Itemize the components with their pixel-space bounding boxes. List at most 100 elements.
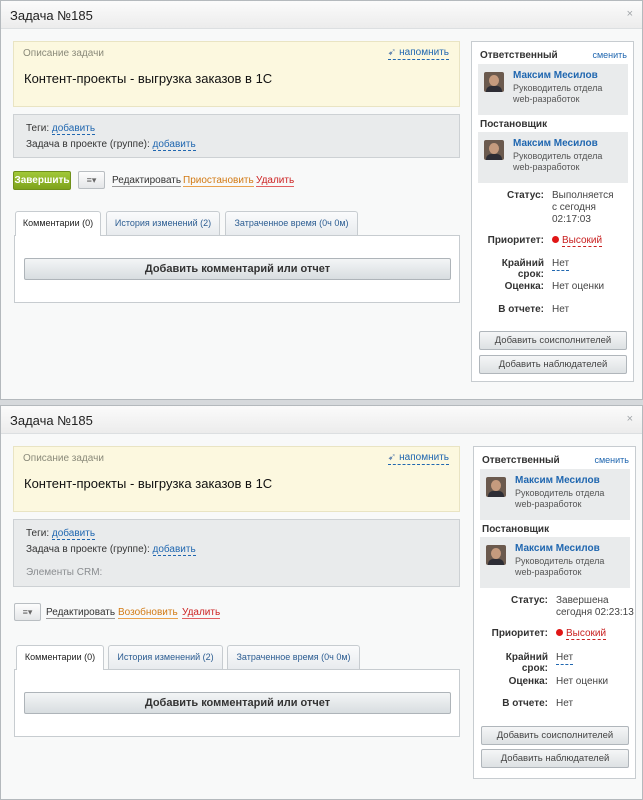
role-line: Руководитель отдела (513, 151, 603, 161)
status-label: Статус: (506, 190, 544, 201)
project-label: Задача в проекте (группе): (26, 139, 150, 150)
window-titlebar[interactable]: Задача №185 × (1, 1, 642, 29)
creator-card: Максим Месилов Руководитель отдела web-ра… (478, 132, 628, 183)
finish-button[interactable]: Завершить (13, 171, 71, 190)
pin-icon: ➹ (387, 452, 397, 463)
status-value: Выполняется с сегодня 02:17:03 (552, 190, 614, 226)
task-meta-box: Теги: добавить Задача в проекте (группе)… (13, 519, 460, 587)
priority-dot-icon (552, 236, 559, 243)
actions-menu-button[interactable]: ≡▾ (14, 603, 41, 621)
window-titlebar[interactable]: Задача №185 × (1, 406, 642, 434)
priority-value[interactable]: Высокий (556, 628, 607, 640)
add-project-link[interactable]: добавить (152, 139, 196, 151)
deadline-link[interactable]: Нет (552, 258, 570, 271)
add-observers-button[interactable]: Добавить наблюдателей (481, 749, 629, 768)
report-value: Нет (552, 304, 570, 315)
resume-link[interactable]: Возобновить (118, 607, 178, 619)
responsible-card: Максим Месилов Руководитель отдела web-ра… (478, 64, 628, 115)
tags-label: Теги: (26, 528, 50, 539)
comments-panel: Добавить комментарий или отчет (14, 235, 460, 303)
deadline-label: Крайний срок: (501, 258, 544, 280)
add-tags-link[interactable]: добавить (51, 528, 96, 540)
report-label: В отчете: (502, 698, 548, 709)
status-line: с сегодня (552, 202, 596, 213)
mark-value: Нет оценки (556, 676, 609, 687)
remind-link[interactable]: ➹ напомнить (387, 452, 449, 465)
responsible-name[interactable]: Максим Месилов (513, 70, 598, 81)
priority-label: Приоритет: (487, 235, 544, 246)
project-label: Задача в проекте (группе): (26, 544, 150, 555)
status-line: Завершена (556, 595, 609, 606)
priority-dot-icon (556, 629, 563, 636)
window-title: Задача №185 (10, 413, 93, 428)
role-line: Руководитель отдела (515, 488, 605, 498)
task-description-box: Описание задачи ➹ напомнить Контент-проек… (13, 41, 460, 107)
add-comment-button[interactable]: Добавить комментарий или отчет (24, 692, 451, 714)
delete-link[interactable]: Удалить (256, 175, 295, 187)
add-comment-button[interactable]: Добавить комментарий или отчет (24, 258, 451, 280)
creator-name[interactable]: Максим Месилов (515, 543, 600, 554)
crm-row: Элементы CRM: (26, 567, 102, 578)
task-title: Контент-проекты - выгрузка заказов в 1С (24, 476, 273, 491)
responsible-name[interactable]: Максим Месилов (515, 475, 600, 486)
project-row: Задача в проекте (группе): добавить (26, 139, 196, 151)
task-window-in-progress: Задача №185 × Описание задачи ➹ напомнить… (0, 0, 643, 400)
priority-value[interactable]: Высокий (552, 235, 603, 247)
actions-menu-button[interactable]: ≡▾ (78, 171, 105, 189)
creator-heading: Постановщик (480, 119, 548, 130)
add-accomplices-button[interactable]: Добавить соисполнителей (481, 726, 629, 745)
role-line: web-разработок (515, 567, 582, 577)
creator-name[interactable]: Максим Месилов (513, 138, 598, 149)
avatar (486, 477, 506, 497)
deadline-link[interactable]: Нет (556, 652, 574, 665)
priority-link[interactable]: Высокий (562, 235, 603, 247)
report-label: В отчете: (498, 304, 544, 315)
priority-link[interactable]: Высокий (566, 628, 607, 640)
status-line: Выполняется (552, 190, 614, 201)
crm-label: Элементы CRM: (26, 567, 103, 578)
close-icon[interactable]: × (627, 8, 633, 20)
task-window-completed: Задача №185 × Описание задачи ➹ напомнить… (0, 405, 643, 800)
project-row: Задача в проекте (группе): добавить (26, 544, 196, 556)
add-observers-button[interactable]: Добавить наблюдателей (479, 355, 627, 374)
status-line: сегодня 02:23:13 (556, 607, 634, 618)
tab-history[interactable]: История изменений (2) (108, 645, 223, 669)
task-sidebar: Ответственный сменить Максим Месилов Рук… (471, 41, 634, 382)
creator-heading: Постановщик (482, 524, 550, 535)
tags-row: Теги: добавить (26, 123, 96, 135)
description-label: Описание задачи (23, 453, 104, 464)
close-icon[interactable]: × (627, 413, 633, 425)
role-line: web-разработок (513, 94, 580, 104)
status-value: Завершена сегодня 02:23:13 (556, 595, 634, 619)
add-tags-link[interactable]: добавить (51, 123, 96, 135)
role-line: Руководитель отдела (515, 556, 605, 566)
edit-link[interactable]: Редактировать (46, 607, 116, 619)
remind-label: напомнить (399, 47, 449, 58)
tab-history[interactable]: История изменений (2) (106, 211, 220, 235)
tab-comments[interactable]: Комментарии (0) (15, 211, 101, 236)
creator-card: Максим Месилов Руководитель отдела web-ра… (480, 537, 630, 588)
add-accomplices-button[interactable]: Добавить соисполнителей (479, 331, 627, 350)
chevron-down-icon: ▾ (91, 175, 97, 185)
responsible-role: Руководитель отдела web-разработок (515, 488, 604, 510)
remind-link[interactable]: ➹ напомнить (387, 47, 449, 60)
delete-link[interactable]: Удалить (182, 607, 221, 619)
tab-comments[interactable]: Комментарии (0) (16, 645, 104, 670)
status-label: Статус: (510, 595, 548, 606)
report-value: Нет (556, 698, 574, 709)
tab-time-spent[interactable]: Затраченное время (0ч 0м) (227, 645, 360, 669)
tags-label: Теги: (26, 123, 50, 134)
creator-role: Руководитель отдела web-разработок (515, 556, 604, 578)
role-line: web-разработок (515, 499, 582, 509)
change-responsible-link[interactable]: сменить (594, 455, 629, 465)
comments-panel: Добавить комментарий или отчет (14, 669, 460, 737)
creator-role: Руководитель отдела web-разработок (513, 151, 602, 173)
edit-link[interactable]: Редактировать (112, 175, 182, 187)
tags-row: Теги: добавить (26, 528, 96, 540)
add-project-link[interactable]: добавить (152, 544, 196, 556)
mark-label: Оценка: (504, 281, 544, 292)
role-line: web-разработок (513, 162, 580, 172)
pause-link[interactable]: Приостановить (183, 175, 254, 187)
change-responsible-link[interactable]: сменить (592, 50, 627, 60)
tab-time-spent[interactable]: Затраченное время (0ч 0м) (225, 211, 358, 235)
